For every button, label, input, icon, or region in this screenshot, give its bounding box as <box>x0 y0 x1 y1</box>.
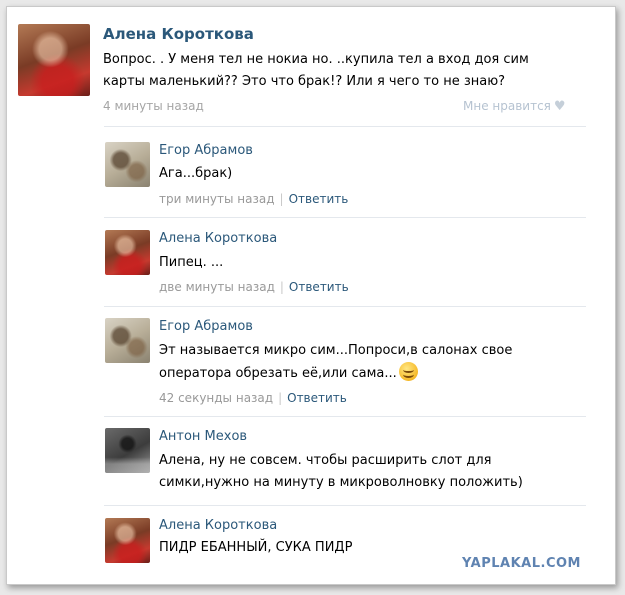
comment-text: ПИДР ЕБАННЫЙ, СУКА ПИДР <box>159 540 353 555</box>
post-text-line-2: карты маленький?? Это что брак!? Или я ч… <box>103 74 506 89</box>
comment-meta: три минуты назад | Ответить <box>159 192 349 206</box>
avatar[interactable] <box>105 428 150 473</box>
avatar[interactable] <box>105 518 150 563</box>
heart-icon: ♥ <box>553 99 566 114</box>
avatar[interactable] <box>18 24 90 96</box>
comment-timestamp[interactable]: две минуты назад <box>159 280 275 294</box>
comment-author-name[interactable]: Егор Абрамов <box>159 319 253 334</box>
divider <box>104 126 586 127</box>
like-button[interactable]: Мне нравится ♥ <box>463 99 566 114</box>
comment-timestamp[interactable]: три минуты назад <box>159 192 275 206</box>
comment-text: Пипец. ... <box>159 255 224 270</box>
divider <box>104 505 586 506</box>
avatar[interactable] <box>105 230 150 275</box>
comment-author-name[interactable]: Алена Короткова <box>159 518 277 533</box>
reply-link[interactable]: Ответить <box>287 391 347 405</box>
avatar[interactable] <box>105 142 150 187</box>
reply-link[interactable]: Ответить <box>289 192 349 206</box>
comment-meta: две минуты назад | Ответить <box>159 280 349 294</box>
like-label: Мне нравится <box>463 99 551 113</box>
comment-text-line-2: оператора обрезать её,или сама... <box>159 362 418 385</box>
comment-author-name[interactable]: Антон Мехов <box>159 429 247 444</box>
divider <box>104 416 586 417</box>
watermark: YAPLAKAL.COM <box>462 556 581 571</box>
comment-timestamp[interactable]: 42 секунды назад <box>159 391 273 405</box>
smiley-icon <box>398 362 418 381</box>
comment-text-line-1: Эт называется микро сим...Попроси,в сало… <box>159 343 513 358</box>
post-author-name[interactable]: Алена Короткова <box>103 25 254 43</box>
comment-text: Ага...брак) <box>159 166 233 181</box>
comment-meta: 42 секунды назад | Ответить <box>159 391 347 405</box>
post-timestamp[interactable]: 4 минуты назад <box>103 99 204 113</box>
reply-link[interactable]: Ответить <box>289 280 349 294</box>
comment-text-line-2: симки,нужно на минуту в микроволновку по… <box>159 475 523 490</box>
divider <box>104 217 586 218</box>
comment-text-line-2-text: оператора обрезать её,или сама... <box>159 366 397 381</box>
divider <box>104 306 586 307</box>
comment-text-line-1: Алена, ну не совсем. чтобы расширить сло… <box>159 453 492 468</box>
comment-author-name[interactable]: Алена Короткова <box>159 231 277 246</box>
avatar[interactable] <box>105 318 150 363</box>
comment-author-name[interactable]: Егор Абрамов <box>159 143 253 158</box>
post-text-line-1: Вопрос. . У меня тел не нокиа но. ..купи… <box>103 52 529 67</box>
